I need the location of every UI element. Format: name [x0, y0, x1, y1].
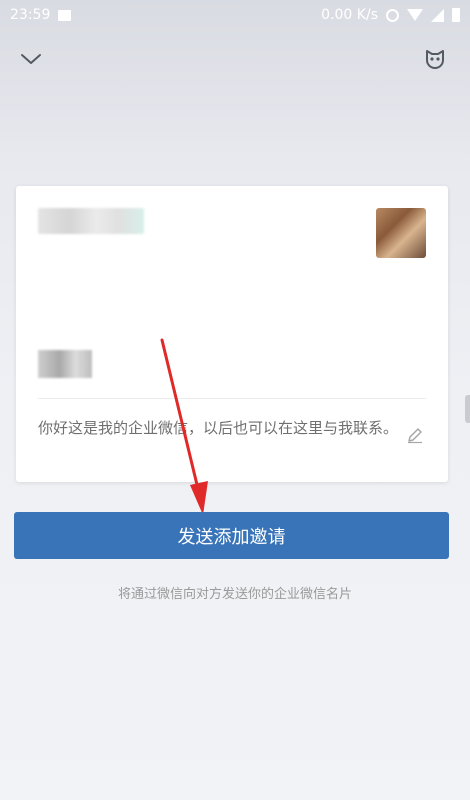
avatar: [376, 208, 426, 258]
business-card: 你好这是我的企业微信，以后也可以在这里与我联系。: [16, 186, 448, 482]
alarm-icon: [386, 8, 399, 22]
blurred-name: [38, 208, 144, 234]
blurred-company: [38, 350, 92, 378]
mask-icon: [426, 50, 444, 69]
network-speed: 0.00 K/s: [321, 7, 378, 23]
divider: [38, 398, 426, 399]
hint-text: 将通过微信向对方发送你的企业微信名片: [117, 587, 352, 602]
edit-message-button[interactable]: [404, 424, 426, 446]
send-invite-button[interactable]: 发送添加邀请: [14, 512, 449, 559]
mask-button[interactable]: [420, 44, 450, 74]
signal-icon: [431, 8, 444, 22]
status-left: 23:59: [10, 7, 72, 23]
annotation-arrow-icon: [160, 338, 208, 515]
battery-icon: [452, 8, 460, 22]
chevron-down-icon: [21, 54, 41, 64]
status-bar: 23:59 0.00 K/s: [0, 0, 470, 30]
top-bar: [0, 40, 470, 80]
wifi-icon: [407, 9, 423, 21]
status-time: 23:59: [10, 7, 51, 23]
status-right: 0.00 K/s: [321, 7, 460, 23]
image-icon: [58, 9, 72, 21]
edge-handle[interactable]: [465, 395, 470, 423]
pencil-icon: [408, 428, 422, 444]
collapse-button[interactable]: [16, 44, 46, 74]
